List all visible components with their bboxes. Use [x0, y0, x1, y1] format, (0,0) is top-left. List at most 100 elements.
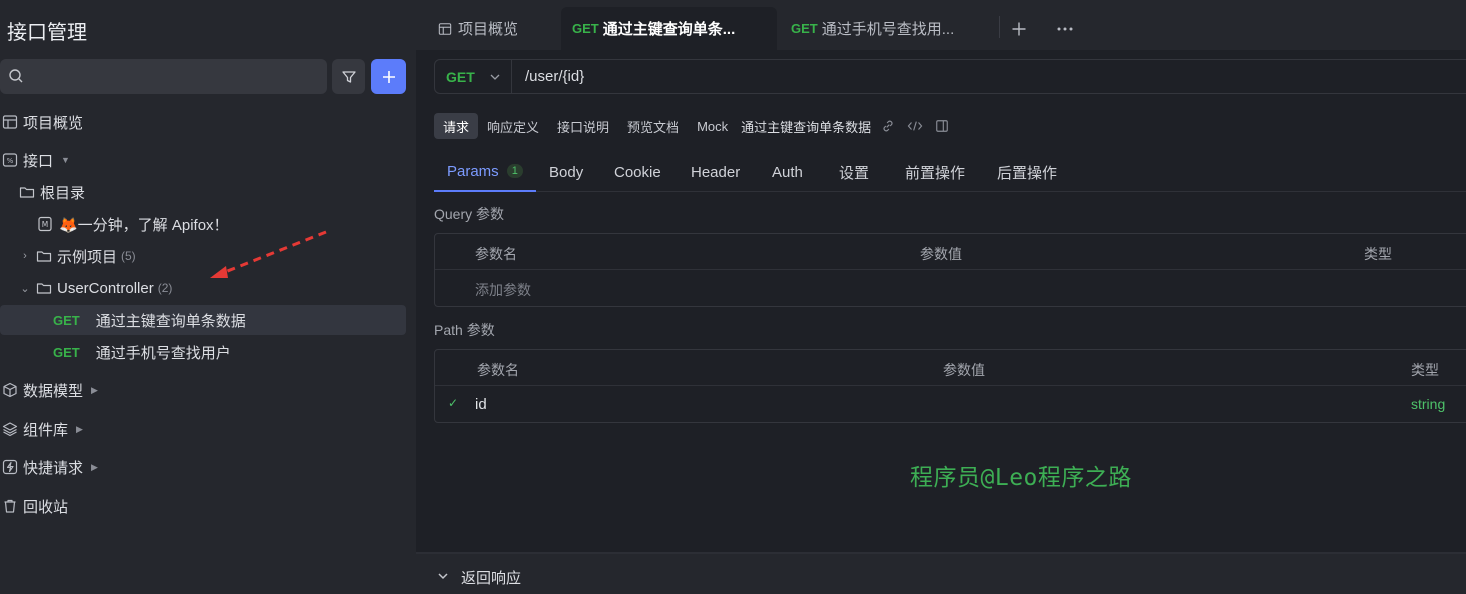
search-input[interactable]: [0, 59, 327, 94]
lightning-icon: [2, 459, 18, 475]
sidebar-section-models[interactable]: 数据模型 ▶: [2, 375, 98, 405]
sidebar-item-overview[interactable]: 项目概览: [2, 107, 83, 137]
layout-icon: [2, 115, 18, 129]
sidebar-section-components[interactable]: 组件库 ▶: [2, 414, 83, 444]
folder-icon: [36, 251, 52, 262]
subtab-response-definition[interactable]: 响应定义: [478, 113, 548, 139]
chevron-down-icon: [490, 74, 500, 80]
tab-endpoint[interactable]: GET 通过手机号查找用...: [791, 7, 954, 50]
tab-params-label: Params: [447, 162, 499, 180]
query-params-title: Query 参数: [434, 206, 505, 222]
layers-icon: [2, 422, 18, 437]
folder-usercontroller[interactable]: ⌄ UserController (2): [17, 273, 172, 303]
filter-icon: [341, 70, 356, 83]
table-header-row: 参数名 参数值 类型: [435, 234, 1466, 270]
main-panel: 项目概览 GET 通过主键查询单条... GET 通过手机号查找用... GET…: [416, 0, 1466, 594]
tab-bar: 项目概览 GET 通过主键查询单条... GET 通过手机号查找用...: [416, 0, 1466, 50]
sidebar-section-trash[interactable]: 回收站: [2, 491, 68, 521]
chevron-right-icon[interactable]: ›: [17, 248, 33, 264]
subtab-api-description[interactable]: 接口说明: [548, 113, 618, 139]
column-header-name: 参数名: [477, 362, 519, 378]
folder-example[interactable]: › 示例项目 (5): [17, 241, 136, 271]
search-icon: [9, 69, 23, 83]
tab-label: 项目概览: [458, 21, 519, 38]
tab-body[interactable]: Body: [549, 152, 583, 192]
params-count-badge: 1: [506, 164, 523, 178]
enabled-check-icon[interactable]: ✓: [448, 396, 458, 410]
cube-icon: [3, 382, 17, 398]
tab-header[interactable]: Header: [691, 152, 740, 192]
svg-text:M: M: [42, 220, 48, 229]
endpoint-label: 通过手机号查找用户: [95, 344, 231, 362]
subtab-preview-docs[interactable]: 预览文档: [618, 113, 688, 139]
sidebar-section-label: 组件库: [23, 421, 69, 439]
param-tabs: Params 1 Body Cookie Header Auth 设置 前置操作…: [434, 152, 1466, 192]
folder-root[interactable]: 根目录: [19, 177, 85, 207]
subtab-request[interactable]: 请求: [434, 113, 479, 139]
column-header-value: 参数值: [920, 246, 962, 262]
doc-item[interactable]: M 🦊一分钟，了解 Apifox！: [37, 209, 229, 239]
tab-pre-processors[interactable]: 前置操作: [905, 152, 965, 192]
folder-label: UserController: [57, 279, 154, 297]
query-params-table: 参数名 参数值 类型 添加参数: [434, 233, 1466, 307]
method-badge: GET: [572, 21, 599, 36]
folder-open-icon: [36, 283, 52, 294]
response-section-title[interactable]: 返回响应: [461, 567, 521, 588]
request-subtabs: 请求 响应定义 接口说明 预览文档 Mock 通过主键查询单条数据: [434, 113, 949, 139]
table-row: ✓ id string: [435, 386, 1466, 422]
chevron-down-icon[interactable]: [437, 571, 449, 581]
tab-divider: [999, 16, 1000, 38]
sidebar-section-label: 快捷请求: [23, 459, 84, 477]
path-params-table: 参数名 参数值 类型 ✓ id string: [434, 349, 1466, 423]
response-panel: 返回响应: [416, 552, 1466, 594]
url-input[interactable]: /user/{id}: [525, 68, 584, 85]
tab-cookie[interactable]: Cookie: [614, 152, 661, 192]
endpoint-item-selected[interactable]: GET 通过主键查询单条数据: [0, 305, 406, 335]
api-icon: %: [2, 153, 18, 167]
layout-icon: [438, 22, 452, 35]
subtab-mock[interactable]: Mock: [688, 113, 737, 139]
add-button[interactable]: [371, 59, 406, 94]
svg-text:%: %: [7, 157, 14, 165]
column-header-type: 类型: [1364, 246, 1392, 262]
caret-right-icon: ▶: [91, 384, 98, 395]
endpoint-label: 通过主键查询单条数据: [95, 312, 246, 330]
sidebar-section-label: 回收站: [23, 498, 69, 516]
tab-auth[interactable]: Auth: [772, 152, 803, 192]
plus-icon: [1012, 22, 1026, 35]
split-panel-icon[interactable]: [935, 119, 949, 133]
more-tabs-button[interactable]: [1056, 7, 1074, 50]
tab-settings[interactable]: 设置: [839, 152, 869, 192]
more-horizontal-icon: [1057, 27, 1073, 30]
path-params-title: Path 参数: [434, 322, 495, 338]
tab-label: 通过主键查询单条...: [602, 21, 736, 38]
code-icon[interactable]: [907, 119, 923, 133]
sidebar-title: 接口管理: [7, 22, 87, 44]
param-type[interactable]: string: [1411, 396, 1445, 412]
filter-button[interactable]: [332, 59, 365, 94]
folder-icon: [19, 187, 35, 198]
tab-post-processors[interactable]: 后置操作: [997, 152, 1057, 192]
sidebar-section-apis[interactable]: % 接口 ▼: [2, 145, 70, 175]
folder-count: (5): [121, 249, 136, 263]
folder-label: 根目录: [40, 184, 86, 202]
endpoint-item[interactable]: GET 通过手机号查找用户: [53, 337, 231, 367]
column-header-value: 参数值: [943, 362, 985, 378]
method-value: GET: [446, 68, 475, 85]
tab-overview[interactable]: 项目概览: [438, 7, 518, 50]
link-icon[interactable]: [881, 119, 895, 133]
caret-down-icon: ▼: [61, 155, 70, 165]
tab-params[interactable]: Params 1: [434, 152, 536, 192]
endpoint-name[interactable]: 通过主键查询单条数据: [741, 117, 871, 136]
plus-icon: [382, 70, 395, 83]
sidebar-section-quick-requests[interactable]: 快捷请求 ▶: [2, 452, 98, 482]
add-param-input[interactable]: 添加参数: [475, 280, 531, 300]
table-row: 添加参数: [435, 270, 1466, 306]
chevron-down-icon[interactable]: ⌄: [17, 280, 33, 296]
param-name[interactable]: id: [475, 396, 487, 413]
new-tab-button[interactable]: [1011, 7, 1027, 50]
tab-label: 通过手机号查找用...: [821, 21, 955, 38]
tab-endpoint-active[interactable]: GET 通过主键查询单条...: [561, 7, 777, 50]
caret-right-icon: ▶: [91, 461, 98, 472]
method-select[interactable]: GET: [435, 60, 512, 93]
